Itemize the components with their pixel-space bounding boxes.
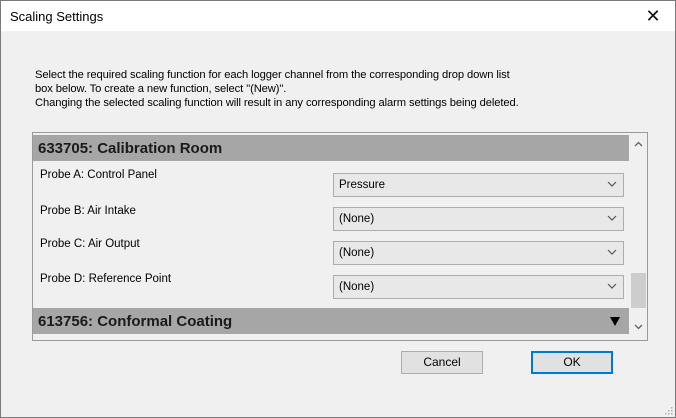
chevron-down-icon bbox=[607, 181, 617, 187]
instructions-text: Select the required scaling function for… bbox=[35, 68, 650, 110]
probe-a-function-value: Pressure bbox=[339, 179, 386, 191]
window-title: Scaling Settings bbox=[10, 9, 104, 24]
instructions-line-3: Changing the selected scaling function w… bbox=[35, 97, 519, 109]
probe-d-function-select[interactable]: (None) bbox=[333, 275, 624, 299]
probe-d-label: Probe D: Reference Point bbox=[40, 273, 172, 285]
instructions-line-2: box below. To create a new function, sel… bbox=[35, 83, 287, 95]
vertical-scrollbar[interactable] bbox=[630, 133, 647, 340]
probe-b-function-value: (None) bbox=[339, 213, 375, 225]
probe-c-label: Probe C: Air Output bbox=[40, 238, 140, 250]
close-icon[interactable]: ✕ bbox=[631, 1, 675, 31]
resize-grip-icon[interactable] bbox=[663, 405, 673, 415]
group-header-calibration-room[interactable]: 633705: Calibration Room bbox=[33, 135, 629, 161]
chevron-down-icon bbox=[607, 283, 617, 289]
probe-b-function-select[interactable]: (None) bbox=[333, 207, 624, 231]
title-bar[interactable]: Scaling Settings ✕ bbox=[1, 1, 675, 31]
probe-d-function-value: (None) bbox=[339, 281, 375, 293]
instructions-line-1: Select the required scaling function for… bbox=[35, 69, 510, 81]
scroll-down-arrow-icon[interactable] bbox=[630, 318, 647, 335]
ok-button[interactable]: OK bbox=[531, 351, 613, 374]
chevron-down-icon bbox=[607, 249, 617, 255]
scroll-up-arrow-icon[interactable] bbox=[630, 136, 647, 153]
group-title: 633705: Calibration Room bbox=[38, 140, 223, 157]
probe-c-function-select[interactable]: (None) bbox=[333, 241, 624, 265]
group-header-conformal-coating[interactable]: 613756: Conformal Coating bbox=[33, 308, 629, 334]
scaling-settings-dialog: Scaling Settings ✕ Select the required s… bbox=[0, 0, 676, 418]
triangle-down-icon[interactable] bbox=[610, 317, 620, 326]
group-title: 613756: Conformal Coating bbox=[38, 313, 233, 330]
chevron-down-icon bbox=[607, 215, 617, 221]
probe-a-label: Probe A: Control Panel bbox=[40, 169, 157, 181]
probe-c-function-value: (None) bbox=[339, 247, 375, 259]
probe-a-function-select[interactable]: Pressure bbox=[333, 173, 624, 197]
scrollbar-thumb[interactable] bbox=[631, 273, 646, 308]
cancel-button[interactable]: Cancel bbox=[401, 351, 483, 374]
probe-b-label: Probe B: Air Intake bbox=[40, 205, 136, 217]
channels-panel: 633705: Calibration Room Probe A: Contro… bbox=[32, 132, 648, 341]
